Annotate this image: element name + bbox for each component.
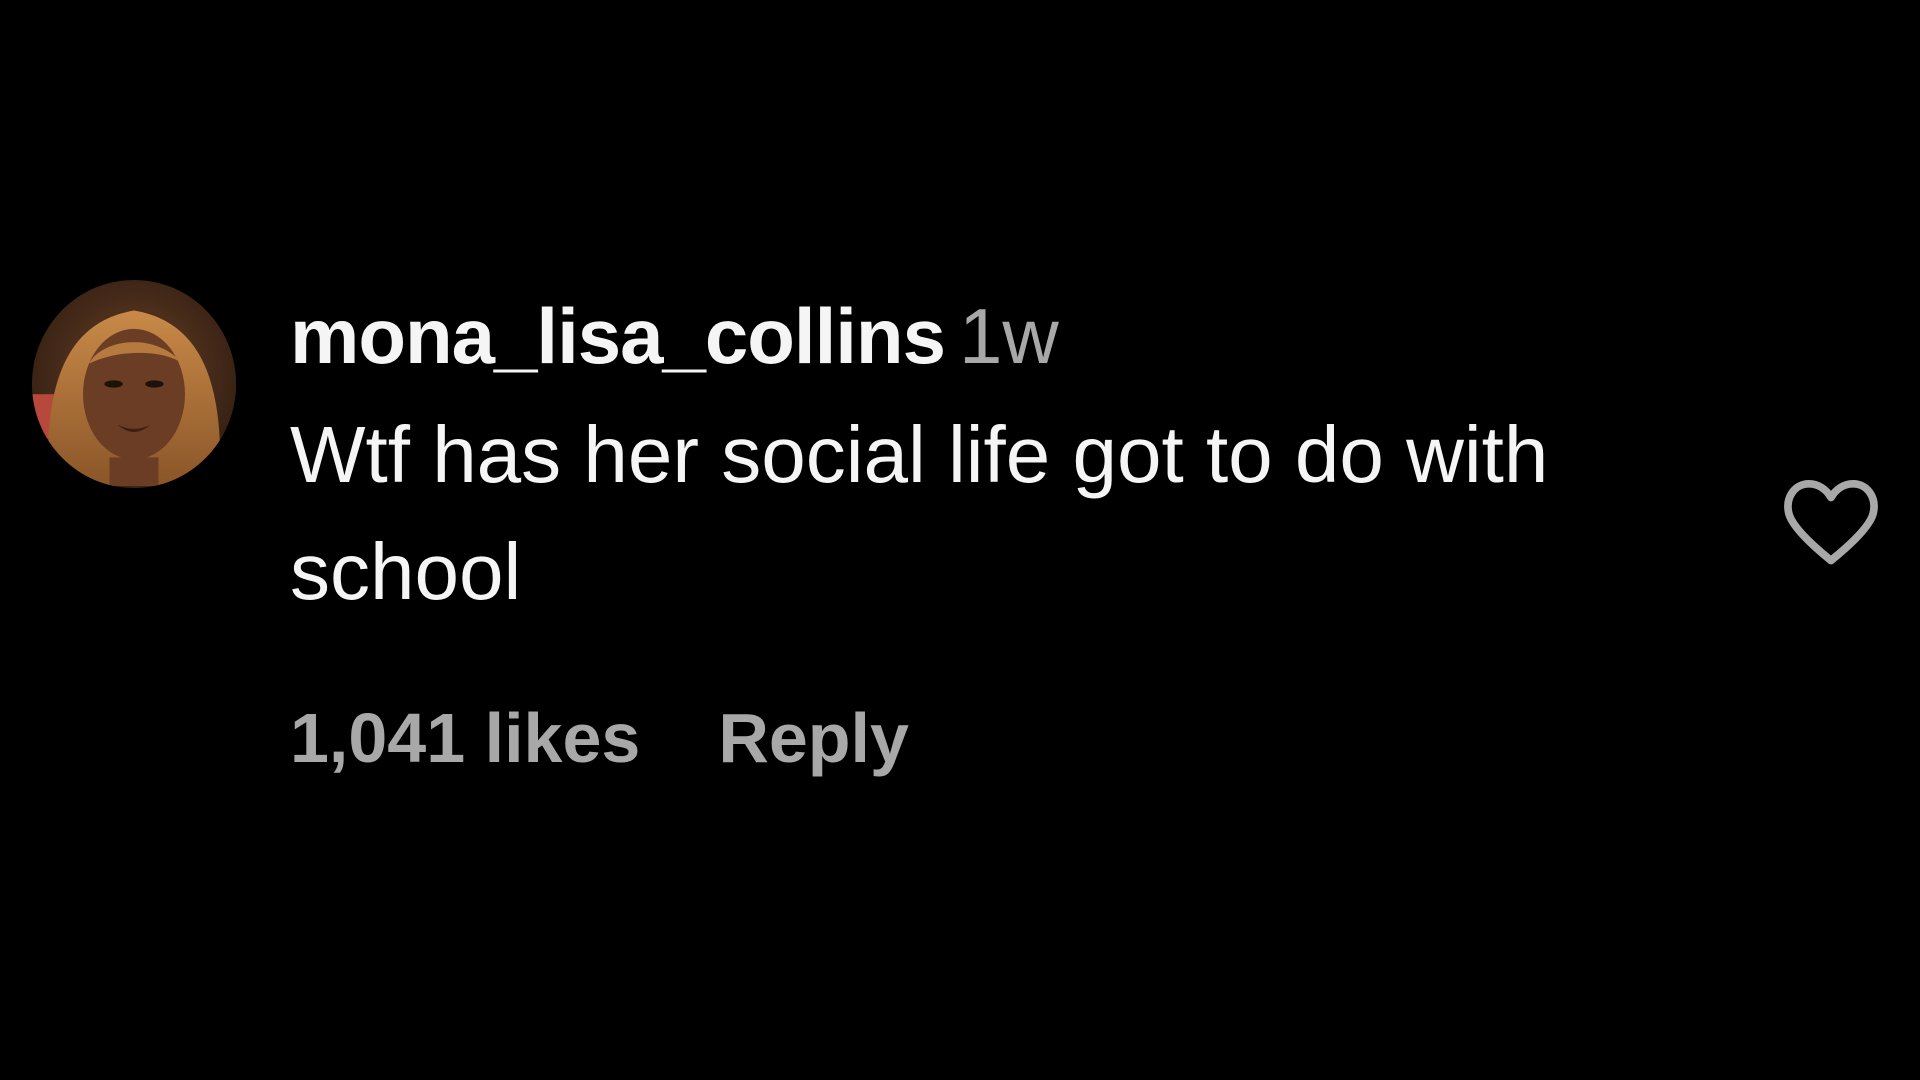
comment-timestamp[interactable]: 1w (959, 292, 1059, 380)
comment-actions: 1,041 likes Reply (290, 688, 909, 788)
like-button[interactable] (1778, 474, 1884, 568)
comment-header: mona_lisa_collins 1w (290, 290, 1590, 382)
heart-outline-icon (1784, 479, 1878, 565)
comment-body: mona_lisa_collins 1w Wtf has her social l… (290, 290, 1590, 630)
reply-button[interactable]: Reply (718, 699, 909, 777)
comment-item: mona_lisa_collins 1w Wtf has her social l… (0, 0, 1920, 1080)
avatar[interactable] (32, 280, 236, 488)
username-link[interactable]: mona_lisa_collins (290, 292, 946, 380)
comment-text: Wtf has her social life got to do with s… (290, 410, 1549, 616)
likes-count[interactable]: 1,041 likes (290, 699, 640, 777)
avatar-image (32, 282, 236, 486)
